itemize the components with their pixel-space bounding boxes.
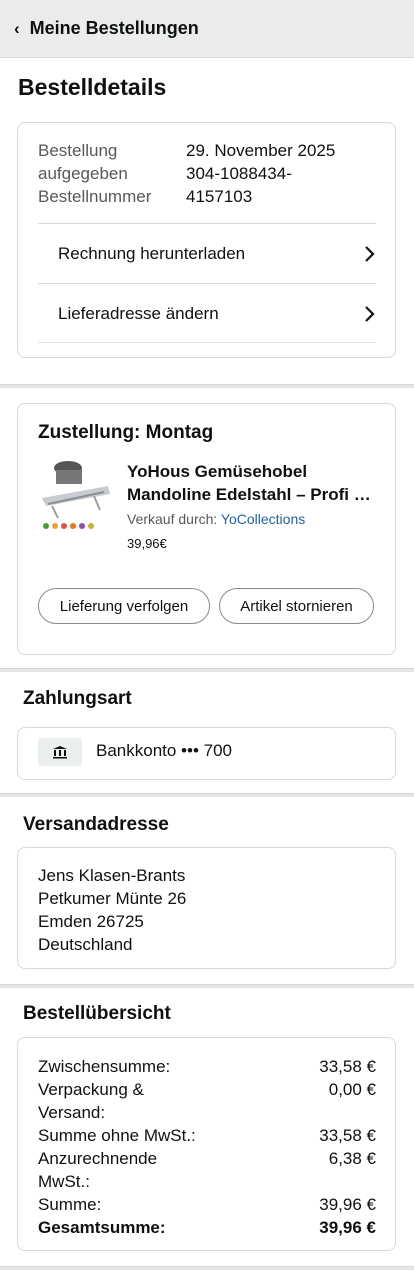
order-number-value-2: 4157103 (186, 187, 253, 206)
address-street: Petkumer Münte 26 (38, 889, 187, 908)
summary-total-value: 39,96 € (319, 1218, 376, 1237)
chevron-left-icon: ‹ (14, 18, 20, 38)
page-title: Bestelldetails (18, 74, 167, 100)
payment-card: Bankkonto ••• 700 (17, 727, 396, 780)
payment-method: Bankkonto ••• 700 (96, 741, 232, 760)
summary-value: 33,58 € (319, 1126, 376, 1145)
cancel-item-button[interactable]: Artikel stornieren (219, 588, 374, 624)
section-divider (0, 1266, 414, 1270)
order-number-label: Bestellnummer (38, 187, 152, 206)
back-label: Meine Bestellungen (29, 18, 199, 38)
section-divider (0, 793, 414, 797)
order-date-label-2: aufgegeben (38, 164, 128, 183)
address-heading: Versandadresse (23, 814, 169, 835)
download-invoice-label: Rechnung herunterladen (58, 243, 246, 263)
payment-heading: Zahlungsart (23, 688, 132, 709)
shipment-heading: Zustellung: Montag (38, 422, 214, 443)
product-image[interactable] (38, 458, 114, 532)
address-block: Jens Klasen-Brants Petkumer Münte 26 Emd… (38, 864, 186, 956)
summary-total-label: Gesamtsumme: (38, 1218, 166, 1237)
section-divider (0, 384, 414, 388)
product-title-line2: Mandoline Edelstahl – Profi Mandoline (127, 485, 382, 504)
order-date-value: 29. November 2025 (186, 141, 336, 160)
summary-label: Summe ohne MwSt.: (38, 1126, 196, 1145)
change-address-label: Lieferadresse ändern (58, 303, 219, 323)
seller-info: Verkauf durch: YoCollections (127, 511, 305, 527)
summary-card: Zwischensumme: 33,58 € Verpackung & Vers… (17, 1037, 396, 1251)
summary-value: 39,96 € (319, 1195, 376, 1214)
download-invoice-link[interactable]: Rechnung herunterladen (38, 223, 376, 283)
summary-value: 0,00 € (328, 1080, 376, 1099)
change-address-link[interactable]: Lieferadresse ändern (38, 283, 376, 343)
product-title[interactable]: YoHous Gemüsehobel Mandoline Edelstahl –… (127, 460, 382, 506)
section-divider (0, 984, 414, 988)
summary-value: 6,38 € (328, 1149, 376, 1168)
shipment-card: Zustellung: Montag YoHous Gemüsehobel Ma… (17, 403, 396, 655)
address-city: Emden 26725 (38, 912, 144, 931)
back-nav[interactable]: ‹ Meine Bestellungen (0, 0, 414, 58)
order-meta-labels: Bestellung aufgegeben Bestellnummer (38, 139, 151, 208)
product-price: 39,96€ (127, 536, 167, 551)
summary-value: 33,58 € (319, 1057, 376, 1076)
track-package-button[interactable]: Lieferung verfolgen (38, 588, 210, 624)
address-country: Deutschland (38, 935, 133, 954)
order-number-value: 304-1088434- (186, 164, 292, 183)
order-date-label: Bestellung (38, 141, 118, 160)
summary-label: Zwischensumme: (38, 1057, 171, 1076)
section-divider (0, 668, 414, 672)
product-title-line1: YoHous Gemüsehobel (127, 462, 308, 481)
summary-label: Verpackung & Versand: (38, 1080, 144, 1122)
chevron-right-icon (364, 245, 376, 263)
summary-label: Anzurechnende MwSt.: (38, 1149, 158, 1191)
address-name: Jens Klasen-Brants (38, 866, 186, 885)
bank-icon (38, 738, 82, 766)
chevron-right-icon (364, 305, 376, 323)
divider (38, 342, 376, 343)
order-info-card: Bestellung aufgegeben Bestellnummer 29. … (17, 122, 396, 358)
summary-heading: Bestellübersicht (23, 1003, 171, 1024)
summary-label: Summe: (38, 1195, 102, 1214)
address-card: Jens Klasen-Brants Petkumer Münte 26 Emd… (17, 847, 396, 969)
order-meta-values: 29. November 2025 304-1088434- 4157103 (186, 139, 335, 208)
seller-prefix: Verkauf durch: (127, 511, 218, 527)
seller-link[interactable]: YoCollections (221, 511, 305, 527)
